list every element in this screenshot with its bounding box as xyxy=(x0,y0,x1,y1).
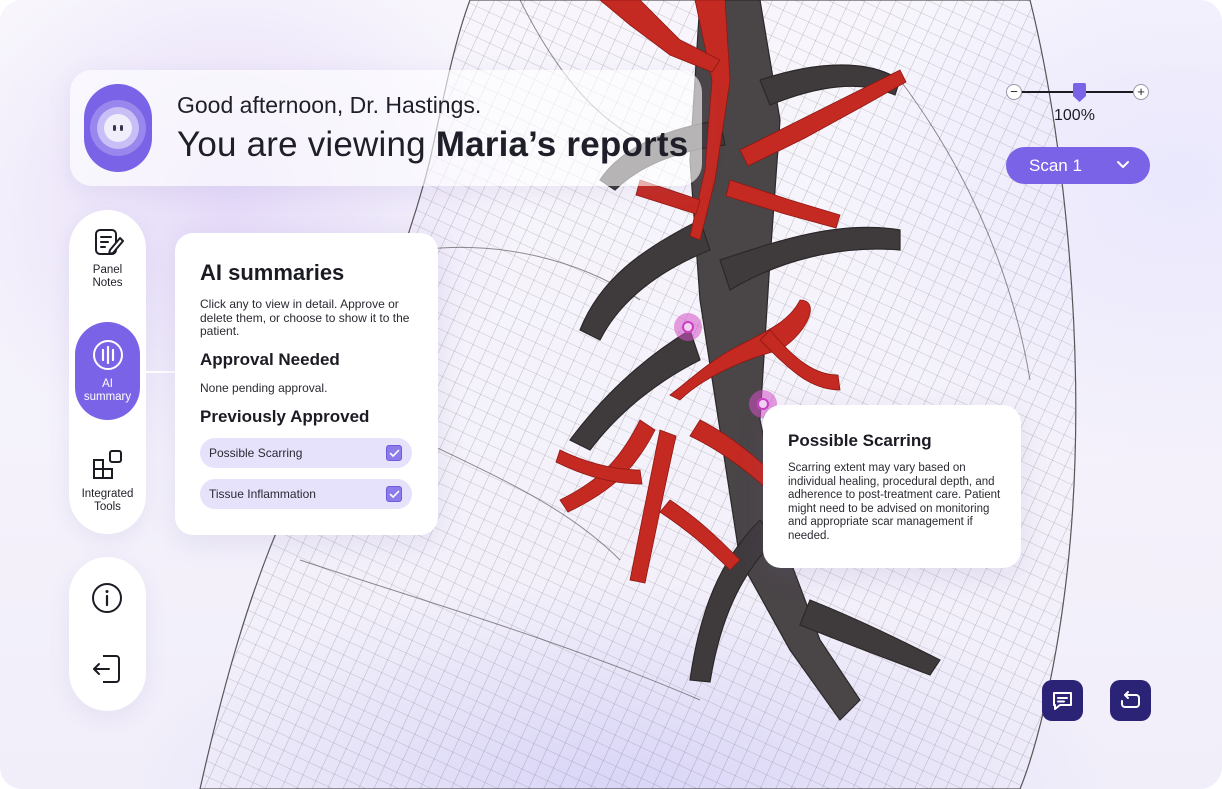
viewing-title: You are viewing Maria’s reports xyxy=(177,125,689,164)
finding-card[interactable]: Possible Scarring Scarring extent may va… xyxy=(763,405,1021,568)
finding-marker-1[interactable] xyxy=(674,313,702,341)
rotate-view-button[interactable] xyxy=(1110,680,1151,721)
finding-title: Possible Scarring xyxy=(788,431,932,450)
app-stage: Good afternoon, Dr. Hastings. You are vi… xyxy=(0,0,1222,789)
panel-description: Click any to view in detail. Approve or … xyxy=(200,297,410,338)
sidebar-item-integrated-tools[interactable]: Integrated Tools xyxy=(69,448,146,514)
info-icon[interactable] xyxy=(90,581,124,615)
ai-summaries-panel: AI summaries Click any to view in detail… xyxy=(175,233,438,535)
sidebar: Panel Notes AI summary Integrated Tools xyxy=(69,210,146,534)
finding-body: Scarring extent may vary based on indivi… xyxy=(788,462,1001,542)
approved-item[interactable]: Tissue Inflammation xyxy=(200,479,412,509)
panel-title: AI summaries xyxy=(200,260,345,285)
chat-icon xyxy=(1053,692,1072,710)
greeting-text: Good afternoon, Dr. Hastings. xyxy=(177,92,482,118)
zoom-in-button[interactable]: + xyxy=(1133,84,1149,100)
panel-connector xyxy=(146,371,175,373)
approval-empty-text: None pending approval. xyxy=(200,381,328,395)
notes-edit-icon xyxy=(94,229,124,255)
sidebar-item-ai-summary[interactable]: AI summary xyxy=(75,322,140,420)
sidebar-bottom xyxy=(69,557,146,711)
logout-icon[interactable] xyxy=(90,652,124,686)
assistant-avatar[interactable] xyxy=(84,84,152,172)
chat-button[interactable] xyxy=(1042,680,1083,721)
zoom-slider-thumb[interactable] xyxy=(1073,83,1086,102)
scan-select-value: Scan 1 xyxy=(1029,156,1082,175)
tools-grid-icon xyxy=(92,450,122,479)
greeting-card: Good afternoon, Dr. Hastings. You are vi… xyxy=(70,70,702,186)
zoom-out-button[interactable]: − xyxy=(1006,84,1022,100)
check-icon xyxy=(389,490,399,498)
approved-item[interactable]: Possible Scarring xyxy=(200,438,412,468)
approval-needed-heading: Approval Needed xyxy=(200,350,340,369)
approved-checkbox[interactable] xyxy=(386,445,402,461)
rotate-icon xyxy=(1121,691,1140,708)
audio-wave-icon xyxy=(92,340,123,370)
check-icon xyxy=(389,449,399,457)
approved-checkbox[interactable] xyxy=(386,486,402,502)
previously-approved-heading: Previously Approved xyxy=(200,407,370,426)
zoom-level-label: 100% xyxy=(1054,107,1095,124)
scan-select-dropdown[interactable]: Scan 1 xyxy=(1006,147,1150,184)
sidebar-item-panel-notes[interactable]: Panel Notes xyxy=(69,226,146,290)
chevron-down-icon xyxy=(1117,161,1129,168)
